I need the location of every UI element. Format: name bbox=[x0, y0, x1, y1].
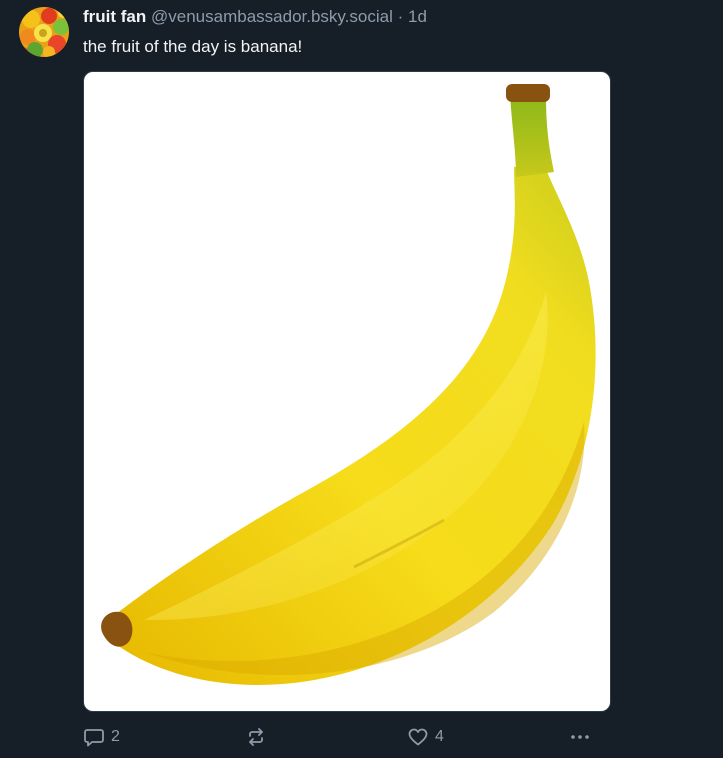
fruit-avatar-icon bbox=[19, 7, 69, 57]
reply-icon bbox=[84, 729, 104, 747]
heart-icon bbox=[408, 728, 428, 746]
post-header: fruit fan @venusambassador.bsky.social ·… bbox=[83, 6, 427, 28]
reply-button[interactable]: 2 bbox=[83, 724, 120, 750]
post-timestamp[interactable]: 1d bbox=[408, 7, 427, 26]
post-actions: 2 4 bbox=[83, 724, 603, 750]
more-options-button[interactable] bbox=[569, 724, 591, 750]
like-button[interactable]: 4 bbox=[407, 724, 444, 750]
author-handle[interactable]: @venusambassador.bsky.social bbox=[151, 7, 393, 26]
avatar[interactable] bbox=[19, 7, 69, 57]
post-text: the fruit of the day is banana! bbox=[83, 37, 303, 56]
like-count: 4 bbox=[435, 728, 444, 745]
banana-image-icon bbox=[101, 84, 596, 685]
author-display-name[interactable]: fruit fan bbox=[83, 7, 146, 26]
post-image[interactable] bbox=[83, 71, 611, 712]
post: fruit fan @venusambassador.bsky.social ·… bbox=[0, 0, 723, 758]
repost-button[interactable] bbox=[245, 724, 267, 750]
repost-icon bbox=[249, 728, 263, 746]
reply-count: 2 bbox=[111, 728, 120, 745]
more-options-icon bbox=[571, 735, 589, 739]
header-separator: · bbox=[397, 7, 404, 26]
